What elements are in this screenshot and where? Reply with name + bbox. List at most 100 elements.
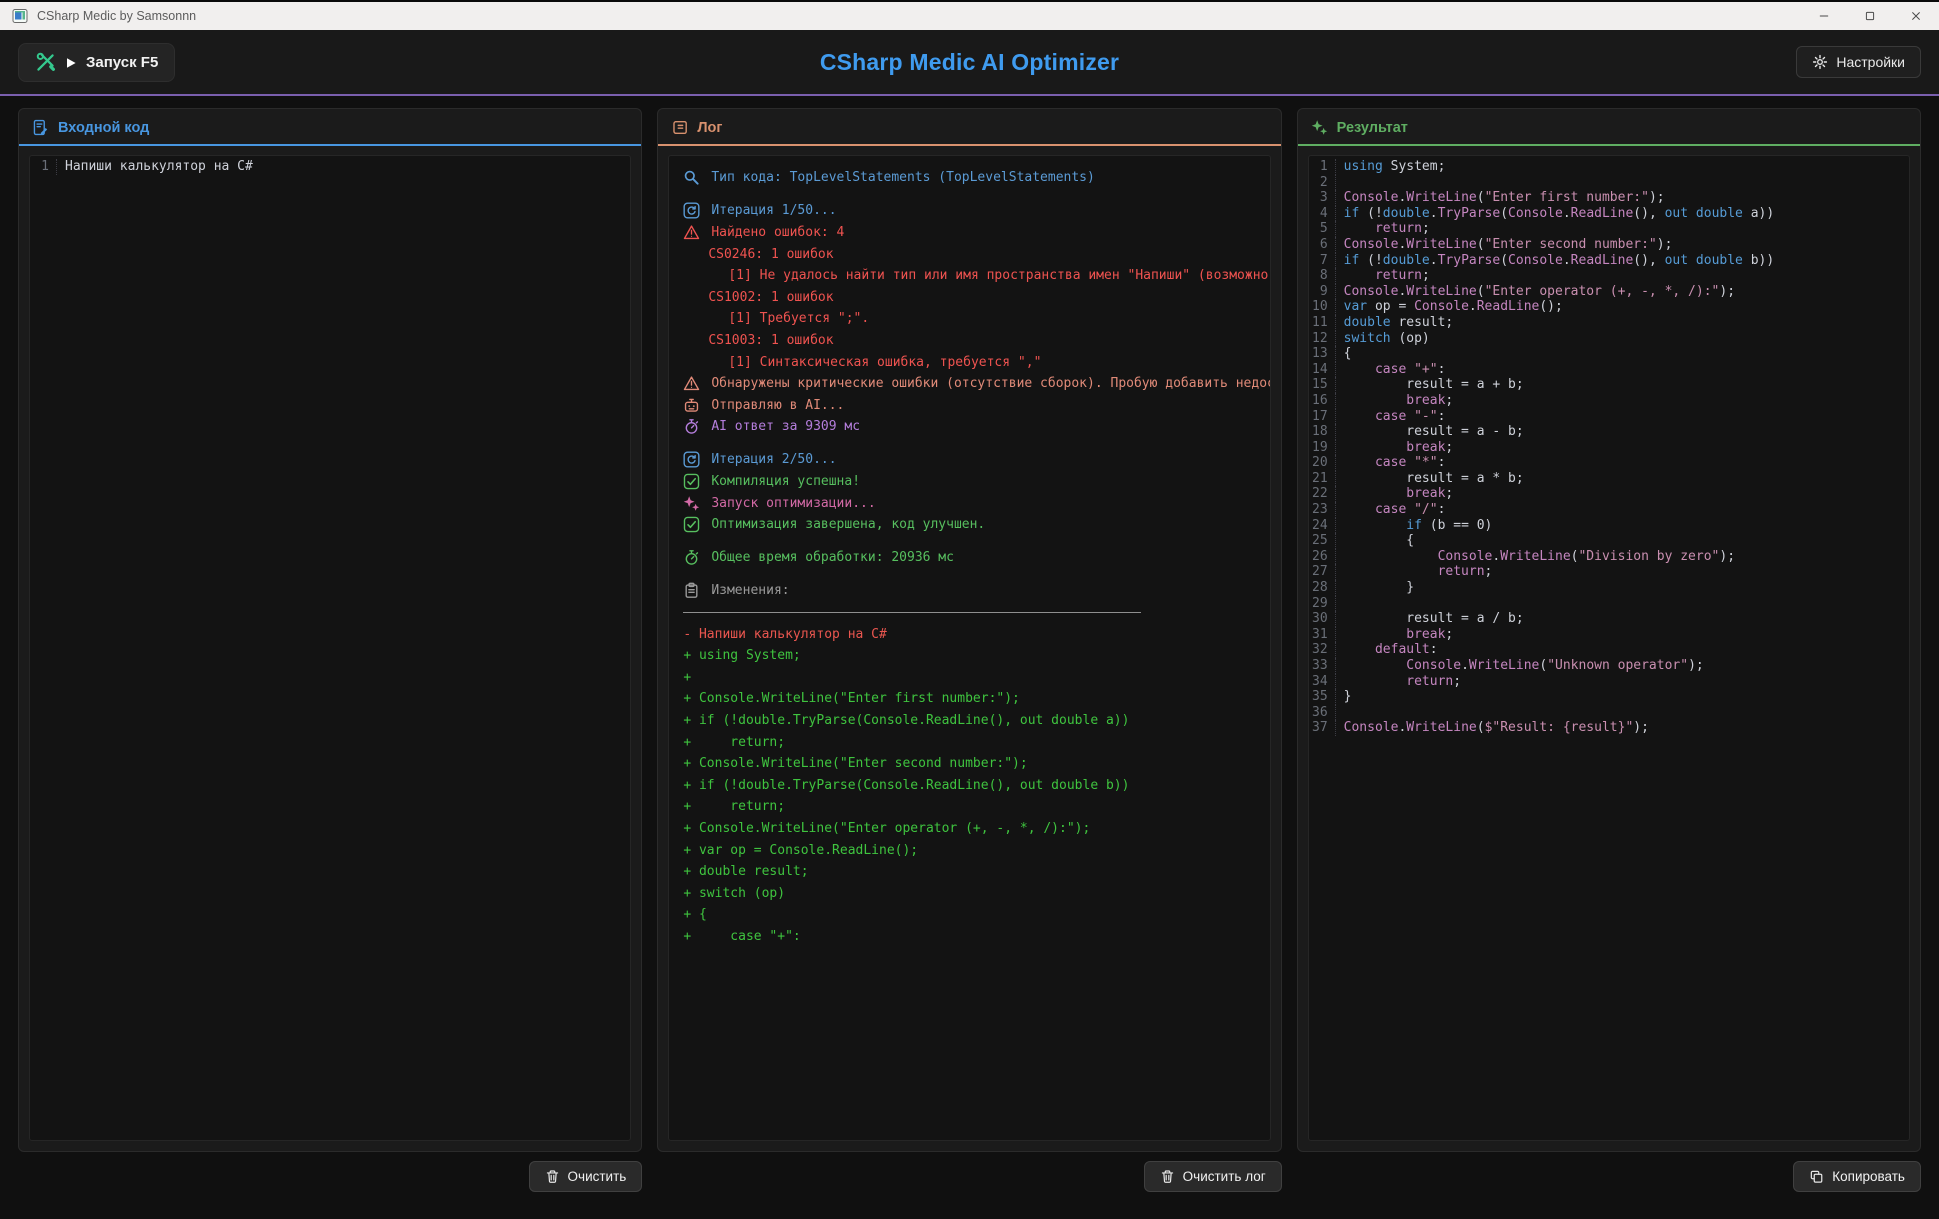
result-code-line: 11double result; [1309, 315, 1909, 331]
line-number: 35 [1309, 689, 1336, 705]
line-number: 33 [1309, 658, 1336, 674]
log-spacer [683, 569, 1269, 581]
log-line: + Console.WriteLine("Enter second number… [683, 753, 1269, 775]
line-number: 12 [1309, 331, 1336, 347]
result-code-line: 28 } [1309, 580, 1909, 596]
line-number: 36 [1309, 705, 1336, 721]
line-number: 6 [1309, 237, 1336, 253]
sparkles-icon [683, 495, 700, 512]
result-code-line: 16 break; [1309, 393, 1909, 409]
result-code-line: 32 default: [1309, 642, 1909, 658]
log-line: + double result; [683, 861, 1269, 883]
result-code-line: 35} [1309, 689, 1909, 705]
line-number: 16 [1309, 393, 1336, 409]
clear-input-label: Очистить [568, 1169, 627, 1184]
log-line-text: Итерация 1/50... [711, 203, 836, 218]
result-code-line: 14 case "+": [1309, 362, 1909, 378]
line-number: 23 [1309, 502, 1336, 518]
log-line-text: Общее время обработки: 20936 мс [711, 550, 954, 565]
line-number: 30 [1309, 611, 1336, 627]
log-line: CS0246: 1 ошибок [683, 243, 1269, 265]
result-code-line: 19 break; [1309, 440, 1909, 456]
log-line: + return; [683, 731, 1269, 753]
log-line: + Console.WriteLine("Enter operator (+, … [683, 818, 1269, 840]
clear-log-button[interactable]: Очистить лог [1144, 1161, 1282, 1192]
log-line: [1] Не удалось найти тип или имя простра… [683, 265, 1269, 287]
log-panel: Лог Тип кода: TopLevelStatements (TopLev… [657, 108, 1281, 1152]
log-line-text: [1] Синтаксическая ошибка, требуется "," [728, 355, 1041, 370]
result-code-line: 37Console.WriteLine($"Result: {result}")… [1309, 720, 1909, 736]
result-code-line: 29 [1309, 596, 1909, 612]
main-area: Входной код 1Напиши калькулятор на C# Ло… [0, 96, 1939, 1219]
maximize-button[interactable] [1847, 2, 1893, 30]
log-line-text: Компиляция успешна! [711, 474, 860, 489]
line-number: 3 [1309, 190, 1336, 206]
run-button[interactable]: Запуск F5 [18, 43, 175, 82]
toolbar: Запуск F5 CSharp Medic AI Optimizer Наст… [0, 30, 1939, 94]
line-number: 5 [1309, 221, 1336, 237]
result-code-line: 24 if (b == 0) [1309, 518, 1909, 534]
log-output[interactable]: Тип кода: TopLevelStatements (TopLevelSt… [668, 155, 1270, 1141]
result-code-line: 26 Console.WriteLine("Division by zero")… [1309, 549, 1909, 565]
minimize-button[interactable] [1801, 2, 1847, 30]
log-line-text: CS1003: 1 ошибок [708, 333, 833, 348]
settings-button[interactable]: Настройки [1796, 46, 1921, 78]
line-number: 34 [1309, 674, 1336, 690]
log-line-text: + return; [683, 799, 785, 814]
result-code-line: 8 return; [1309, 268, 1909, 284]
warning-icon [683, 375, 700, 392]
result-code-line: 33 Console.WriteLine("Unknown operator")… [1309, 658, 1909, 674]
run-button-label: Запуск F5 [86, 54, 158, 71]
copy-result-button[interactable]: Копировать [1793, 1161, 1921, 1192]
log-line: CS1003: 1 ошибок [683, 330, 1269, 352]
result-panel-header: Результат [1298, 109, 1920, 146]
log-line-text: + Console.WriteLine("Enter second number… [683, 756, 1027, 771]
warning-icon [683, 224, 700, 241]
log-line-text: + if (!double.TryParse(Console.ReadLine(… [683, 713, 1129, 728]
result-code-line: 23 case "/": [1309, 502, 1909, 518]
line-number: 27 [1309, 564, 1336, 580]
result-code-line: 34 return; [1309, 674, 1909, 690]
page-title: CSharp Medic AI Optimizer [820, 49, 1119, 76]
log-line: AI ответ за 9309 мс [683, 416, 1269, 438]
result-code-line: 4if (!double.TryParse(Console.ReadLine()… [1309, 206, 1909, 222]
result-code-line: 31 break; [1309, 627, 1909, 643]
line-number: 1 [30, 159, 57, 175]
log-line: + return; [683, 796, 1269, 818]
log-panel-title: Лог [697, 120, 722, 136]
gear-icon [1812, 54, 1828, 70]
log-line: + switch (op) [683, 882, 1269, 904]
result-code-viewer[interactable]: 1using System;23Console.WriteLine("Enter… [1308, 155, 1910, 1141]
line-number: 25 [1309, 533, 1336, 549]
log-line: + using System; [683, 645, 1269, 667]
window-title: CSharp Medic by Samsonnn [37, 9, 1801, 23]
close-button[interactable] [1893, 2, 1939, 30]
log-line: Найдено ошибок: 4 [683, 222, 1269, 244]
clear-input-button[interactable]: Очистить [529, 1161, 643, 1192]
line-number: 14 [1309, 362, 1336, 378]
log-line-text: - Напиши калькулятор на C# [683, 627, 887, 642]
log-line: Обнаружены критические ошибки (отсутстви… [683, 373, 1269, 395]
log-line-text: + if (!double.TryParse(Console.ReadLine(… [683, 778, 1129, 793]
log-line-text: + var op = Console.ReadLine(); [683, 843, 918, 858]
log-line: + [683, 666, 1269, 688]
result-code-line: 7if (!double.TryParse(Console.ReadLine()… [1309, 253, 1909, 269]
robot-icon [683, 397, 700, 414]
copy-icon [1809, 1169, 1824, 1184]
input-code-editor[interactable]: 1Напиши калькулятор на C# [29, 155, 631, 1141]
line-number: 26 [1309, 549, 1336, 565]
log-line: Общее время обработки: 20936 мс [683, 547, 1269, 569]
refresh-icon [683, 451, 700, 468]
line-number: 15 [1309, 377, 1336, 393]
log-line: Отправляю в AI... [683, 394, 1269, 416]
line-number: 31 [1309, 627, 1336, 643]
log-line-text: [1] Требуется ";". [728, 311, 869, 326]
log-line: Изменения: [683, 580, 1269, 602]
result-code-line: 1using System; [1309, 159, 1909, 175]
trash-icon [1160, 1169, 1175, 1184]
log-line: [1] Требуется ";". [683, 308, 1269, 330]
log-line: Итерация 2/50... [683, 449, 1269, 471]
line-number: 19 [1309, 440, 1336, 456]
window-titlebar: CSharp Medic by Samsonnn [0, 0, 1939, 30]
result-panel: Результат 1using System;23Console.WriteL… [1297, 108, 1921, 1152]
